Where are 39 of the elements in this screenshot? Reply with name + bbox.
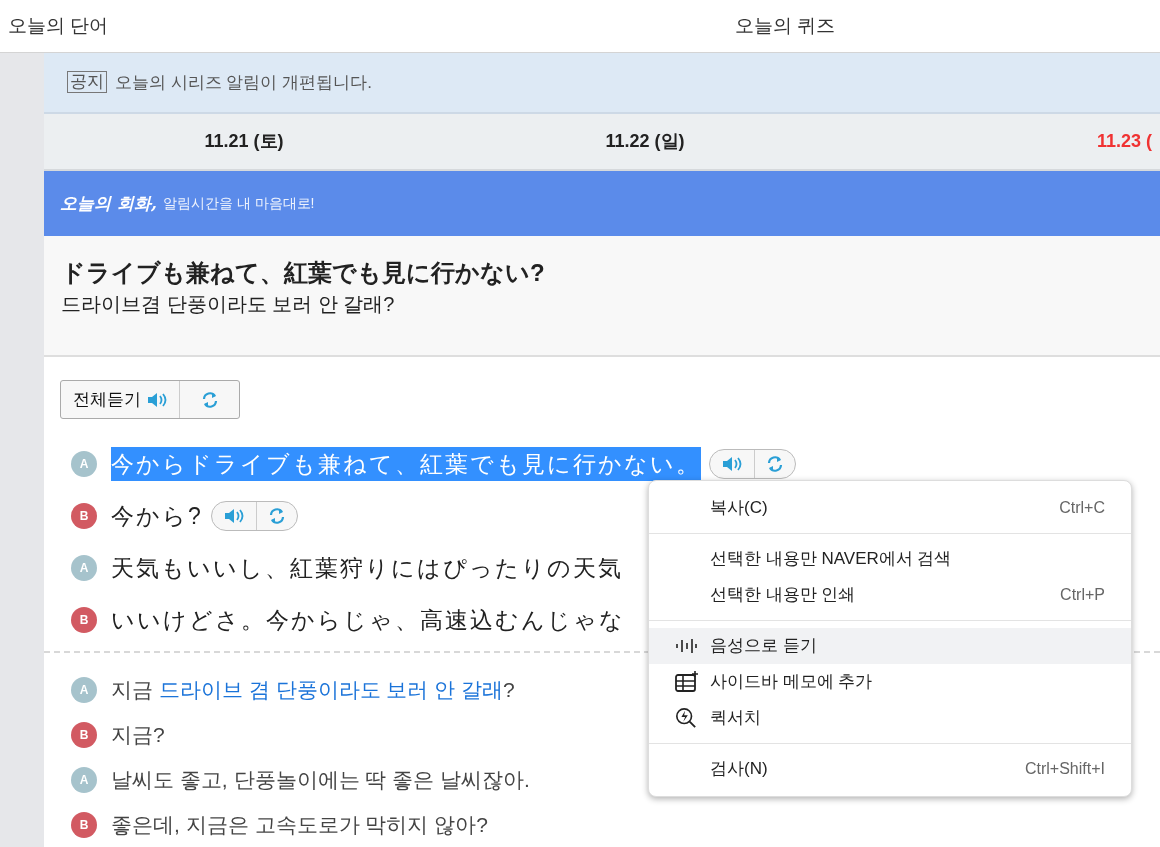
notice-text[interactable]: 오늘의 시리즈 알림이 개편됩니다. <box>115 69 372 96</box>
date-tab[interactable]: 11.21 (토) <box>44 127 444 155</box>
menu-item[interactable]: 선택한 내용만 NAVER에서 검색 <box>649 541 1131 577</box>
dialogue-line[interactable]: 天気もいいし、紅葉狩りにはぴったりの天気 <box>111 550 623 586</box>
menu-item[interactable]: 복사(C) Ctrl+C <box>649 490 1131 526</box>
refresh-icon <box>765 454 785 474</box>
headline-korean: 드라이브겸 단풍이라도 보러 안 갈래? <box>61 291 396 317</box>
speaker-badge: A <box>71 451 97 477</box>
menu-item[interactable]: 사이드바 메모에 추가 <box>649 664 1131 700</box>
speaker-badge: A <box>71 555 97 581</box>
notice-tag: 공지 <box>67 71 107 94</box>
speaker-badge: A <box>71 676 97 703</box>
speaker-badge: B <box>71 721 97 748</box>
tab[interactable]: 오늘의 단어 <box>0 11 735 41</box>
menu-item[interactable]: 검사(N) Ctrl+Shift+I <box>649 751 1131 787</box>
translation-line: 지금 드라이브 겸 단풍이라도 보러 안 갈래? <box>111 676 515 703</box>
menu-item[interactable]: 선택한 내용만 인쇄 Ctrl+P <box>649 577 1131 613</box>
speaker-badge: B <box>71 811 97 838</box>
speaker-badge: A <box>71 766 97 793</box>
speaker-badge: B <box>71 607 97 633</box>
speaker-icon <box>722 456 742 472</box>
banner-title: 오늘의 회화, <box>60 191 157 215</box>
speaker-badge: B <box>71 503 97 529</box>
table-plus-icon <box>675 671 699 693</box>
speaker-icon <box>147 391 167 408</box>
menu-item[interactable]: 음성으로 듣기 <box>649 628 1131 664</box>
waveform-icon <box>675 637 697 655</box>
lightning-search-icon <box>675 707 697 729</box>
headline-japanese: ドライブも兼ねて、紅葉でも見に行かない? <box>61 257 546 288</box>
translation-line: 지금? <box>111 721 165 748</box>
translation-line: 날씨도 좋고, 단풍놀이에는 딱 좋은 날씨잖아. <box>111 766 530 793</box>
menu-item[interactable]: 퀵서치 <box>649 700 1131 736</box>
dialogue-line[interactable]: 今から? <box>111 498 203 534</box>
tab[interactable]: 오늘의 퀴즈 <box>735 11 1035 41</box>
date-tab[interactable]: 11.22 (일) <box>444 127 846 155</box>
translation-line: 좋은데, 지금은 고속도로가 막히지 않아? <box>111 811 488 838</box>
dialogue-line[interactable]: いいけどさ。今からじゃ、高速込むんじゃな <box>111 602 625 638</box>
banner-subtitle: 알림시간을 내 마음대로! <box>162 193 315 213</box>
speaker-icon <box>223 508 244 524</box>
